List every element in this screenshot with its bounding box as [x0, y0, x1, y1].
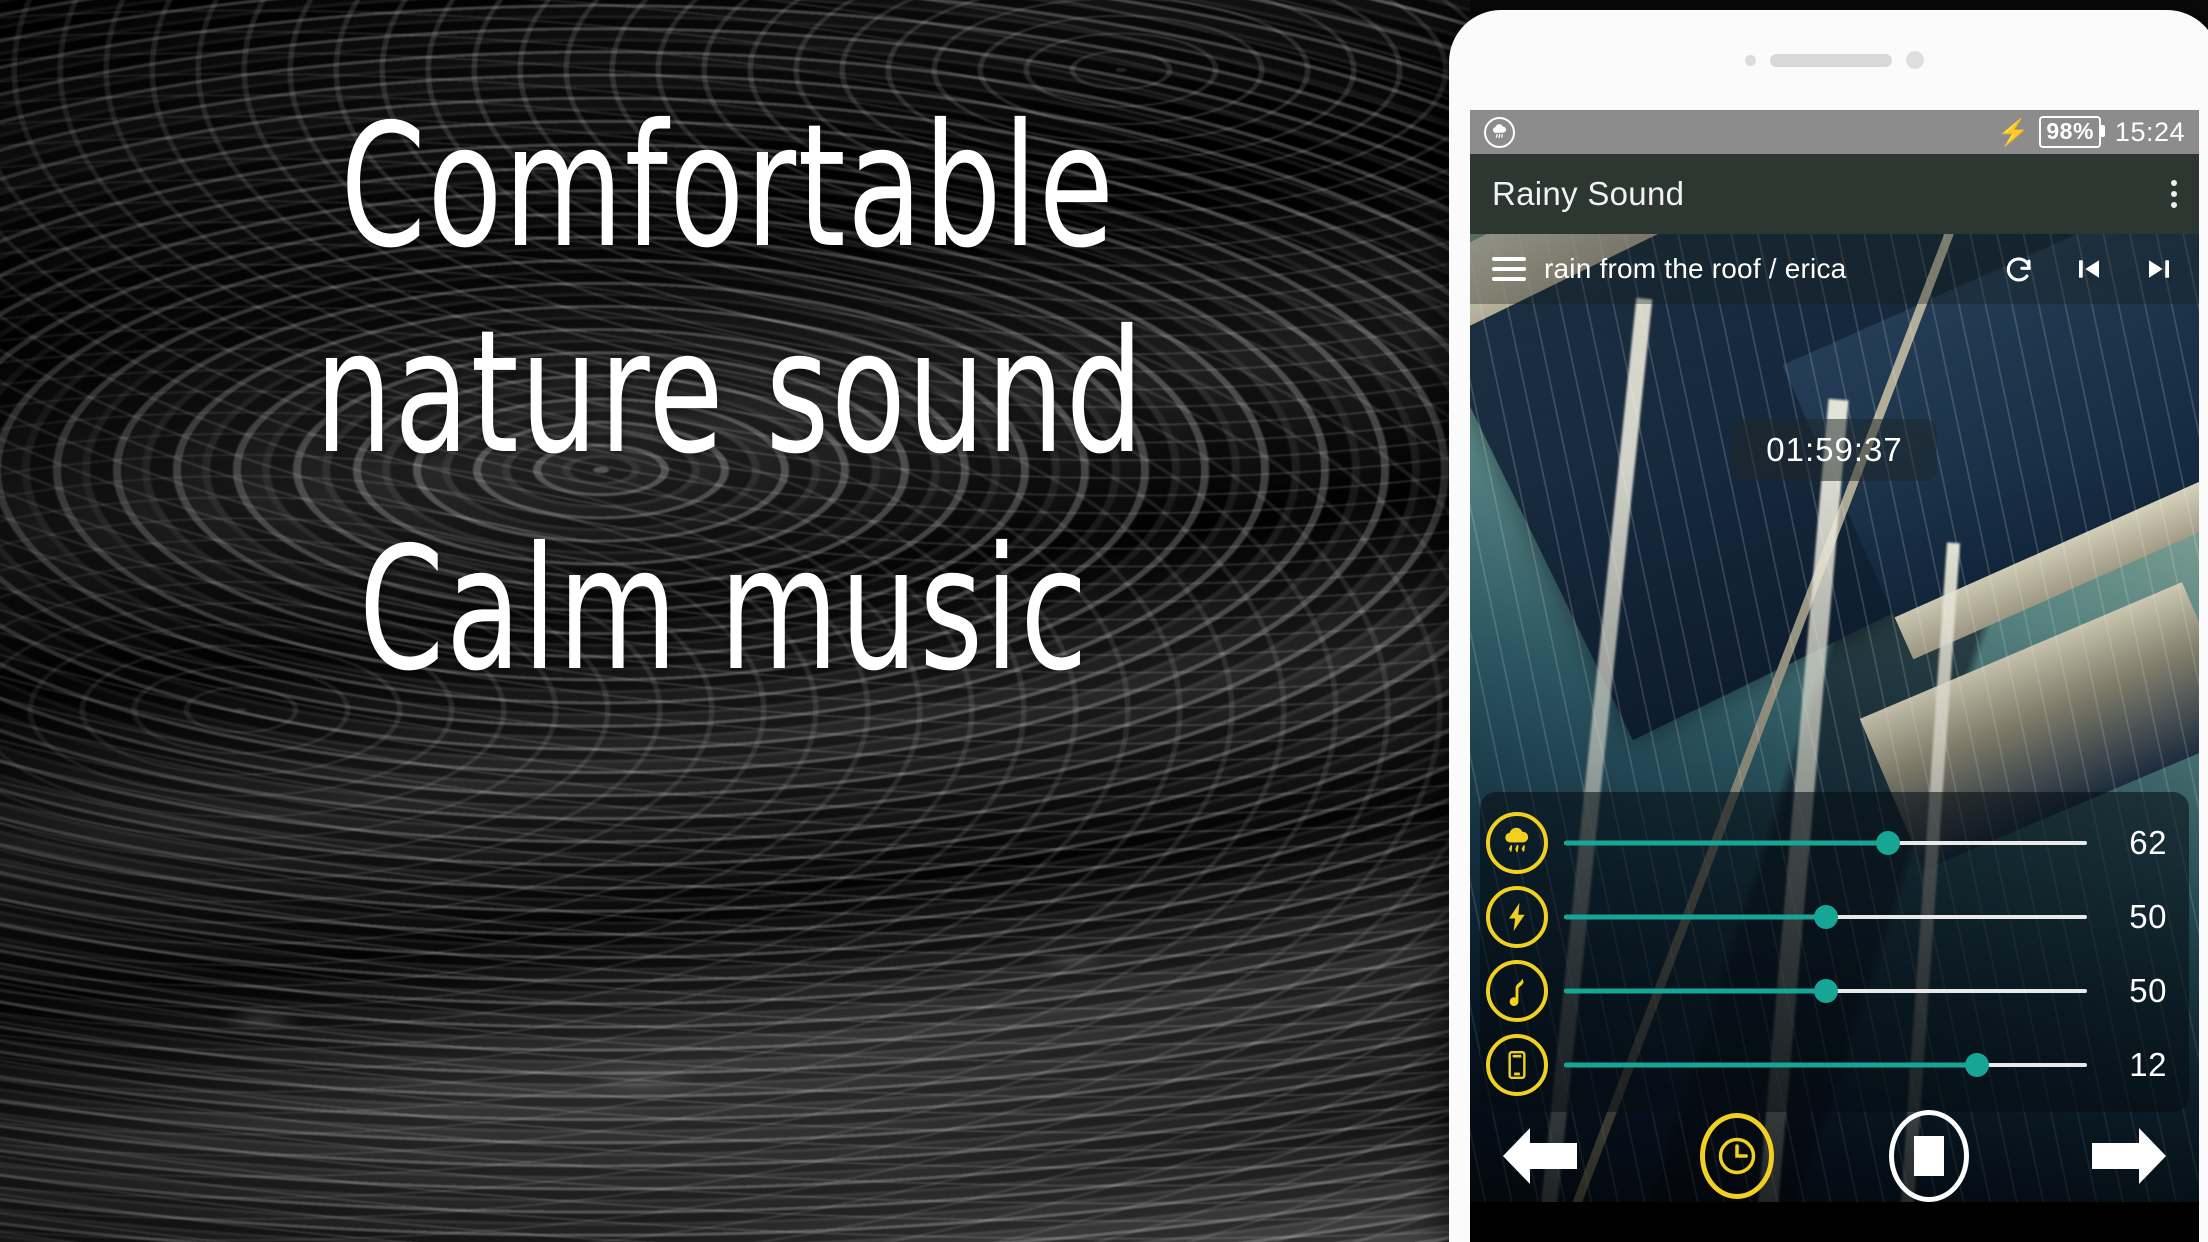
music-note-icon[interactable]: [1486, 960, 1548, 1022]
next-icon[interactable]: [2141, 251, 2177, 287]
promo-headline: Comfortable nature sound Calm music: [0, 0, 1470, 1242]
device-volume-slider[interactable]: [1564, 1034, 2087, 1096]
thunder-slider-thumb: [1813, 905, 1838, 929]
promo-screenshot: Comfortable nature sound Calm music ⚡ 98…: [0, 0, 2208, 1242]
navigation-shade: [1470, 1202, 2199, 1242]
stop-button[interactable]: [1889, 1110, 1970, 1202]
status-bar-clock: 15:24: [2114, 116, 2185, 147]
previous-icon[interactable]: [2071, 251, 2107, 287]
app-toolbar: Rainy Sound: [1470, 154, 2199, 234]
android-status-bar: ⚡ 98% 15:24: [1470, 110, 2199, 154]
overflow-menu-icon[interactable]: [2171, 180, 2177, 208]
app-title: Rainy Sound: [1492, 175, 1685, 212]
music-volume-slider[interactable]: [1564, 960, 2087, 1022]
phone-hardware-row: [1449, 10, 2208, 110]
thunder-volume-value: 50: [2129, 898, 2167, 935]
device-slider-fill: [1564, 1062, 1978, 1068]
music-slider-thumb: [1813, 979, 1838, 1003]
music-volume-value: 50: [2129, 972, 2167, 1009]
sound-mixer-panel: 62 50 50 12: [1480, 792, 2189, 1112]
countdown-timer: 01:59:37: [1732, 419, 1937, 481]
hamburger-icon[interactable]: [1492, 257, 1526, 281]
smartphone-icon[interactable]: [1486, 1034, 1548, 1096]
earpiece-speaker-icon: [1769, 53, 1892, 67]
mixer-row-rain: 62: [1480, 806, 2189, 880]
music-slider-fill: [1564, 988, 1826, 994]
mixer-row-music: 50: [1480, 954, 2189, 1028]
track-transport-bar: rain from the roof / erica: [1470, 234, 2199, 304]
thunder-slider-fill: [1564, 914, 1826, 920]
app-screen: ⚡ 98% 15:24 Rainy Sound rain from the ro…: [1470, 110, 2199, 1242]
media-area[interactable]: rain from the roof / erica 01:59:37 62 5…: [1470, 234, 2199, 1242]
proximity-sensor-icon: [1905, 51, 1924, 69]
timer-button[interactable]: [1699, 1113, 1774, 1199]
battery-indicator: 98%: [2039, 116, 2105, 148]
promo-line-1: Comfortable: [340, 88, 1116, 286]
left-arrow-button[interactable]: [1496, 1118, 1584, 1194]
status-bar-right-group: ⚡ 98% 15:24: [1997, 116, 2185, 148]
rain-volume-value: 62: [2129, 824, 2167, 861]
promo-line-2: nature sound: [314, 294, 1146, 493]
transport-actions: [2001, 251, 2177, 287]
right-arrow-button[interactable]: [2085, 1118, 2173, 1194]
device-slider-thumb: [1965, 1053, 1990, 1077]
rain-slider-thumb: [1876, 831, 1901, 855]
rain-volume-slider[interactable]: [1564, 812, 2087, 874]
rain-slider-fill: [1564, 840, 1889, 846]
promo-line-3: Calm music: [358, 510, 1090, 709]
rain-cloud-icon: [1484, 116, 1515, 148]
thunder-volume-slider[interactable]: [1564, 886, 2087, 948]
mixer-row-device: 12: [1480, 1028, 2189, 1102]
promo-panel: Comfortable nature sound Calm music: [0, 0, 1470, 1242]
stop-square-icon: [1914, 1136, 1945, 1176]
rain-cloud-icon[interactable]: [1486, 812, 1548, 874]
camera-dot-icon: [1744, 54, 1756, 66]
loop-icon[interactable]: [2001, 251, 2037, 287]
playback-control-bar: [1470, 1110, 2199, 1202]
phone-mockup: ⚡ 98% 15:24 Rainy Sound rain from the ro…: [1449, 10, 2208, 1242]
track-title: rain from the roof / erica: [1544, 253, 1847, 284]
mixer-row-thunder: 50: [1480, 880, 2189, 954]
lightning-icon[interactable]: [1486, 886, 1548, 948]
bolt-icon: ⚡: [1997, 117, 2030, 147]
device-volume-value: 12: [2129, 1046, 2167, 1083]
